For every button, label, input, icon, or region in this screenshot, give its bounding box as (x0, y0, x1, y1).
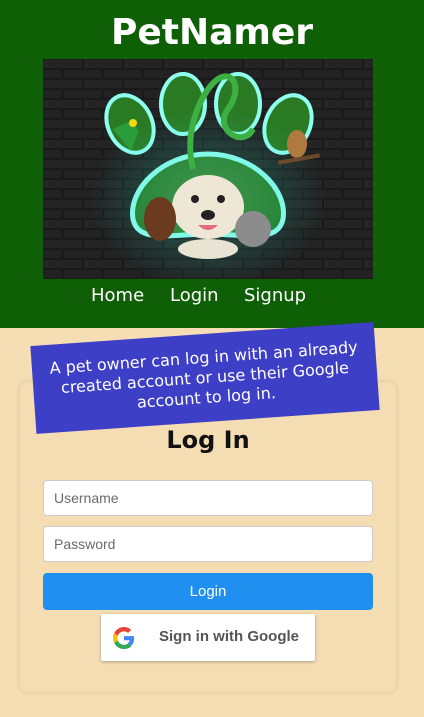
nav-signup-link[interactable]: Signup (244, 285, 306, 306)
main-nav: Home Login Signup (0, 285, 424, 309)
site-header: PetNamer Home Login Signup (0, 0, 424, 328)
hero-image (43, 59, 373, 279)
paw-hero-illustration (43, 59, 373, 279)
google-icon (113, 627, 135, 649)
google-signin-label: Sign in with Google (159, 628, 299, 645)
brand-title: PetNamer (110, 12, 314, 53)
nav-home-link[interactable]: Home (91, 285, 144, 306)
username-input[interactable] (43, 480, 373, 516)
login-button[interactable]: Login (43, 573, 373, 610)
google-signin-button[interactable]: Sign in with Google (101, 614, 315, 661)
nav-login-link[interactable]: Login (170, 285, 219, 306)
password-input[interactable] (43, 526, 373, 562)
